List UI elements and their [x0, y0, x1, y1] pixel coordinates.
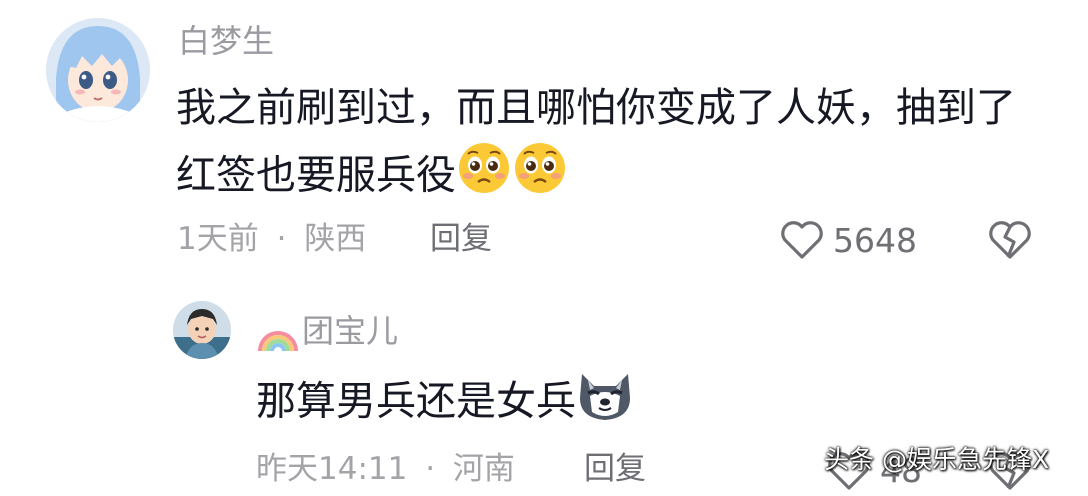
meta-separator: · [425, 451, 436, 487]
reply-avatar[interactable] [173, 301, 231, 359]
meta-separator: · [276, 221, 287, 257]
reply-text-body: 那算男兵还是女兵 [256, 378, 576, 425]
reply-time: 昨天14:11 [256, 451, 408, 487]
reply-button[interactable]: 回复 [430, 224, 492, 255]
reply-text: 那算男兵还是女兵 [256, 366, 634, 441]
comment-text-body: 我之前刷到过，而且哪怕你变成了人妖，抽到了红签也要服兵役 [176, 85, 1016, 199]
reply-reply-button[interactable]: 回复 [584, 454, 646, 485]
pleading-face-emoji [512, 140, 568, 215]
comment-username[interactable]: 白梦生 [178, 25, 274, 57]
pleading-face-emoji [456, 140, 512, 215]
reply-meta: 昨天14:11 · 河南 [256, 454, 515, 485]
comment-meta: 1天前 · 陕西 [177, 224, 366, 255]
like-count: 5648 [833, 221, 917, 260]
comment-text: 我之前刷到过，而且哪怕你变成了人妖，抽到了红签也要服兵役 [176, 76, 1046, 215]
avatar[interactable] [46, 18, 150, 122]
dislike-button[interactable] [987, 219, 1033, 265]
wolf-face-emoji [576, 366, 634, 441]
broken-heart-icon [989, 221, 1031, 259]
comment-location: 陕西 [304, 221, 367, 257]
heart-icon [781, 221, 823, 259]
reply-username[interactable]: 团宝儿 [302, 315, 398, 347]
comment-time: 1天前 [177, 221, 259, 257]
like-button[interactable] [779, 219, 825, 265]
rainbow-icon [256, 313, 300, 357]
reply-location: 河南 [452, 451, 515, 487]
watermark-text: 头条 @娱乐急先锋X [824, 445, 1050, 474]
